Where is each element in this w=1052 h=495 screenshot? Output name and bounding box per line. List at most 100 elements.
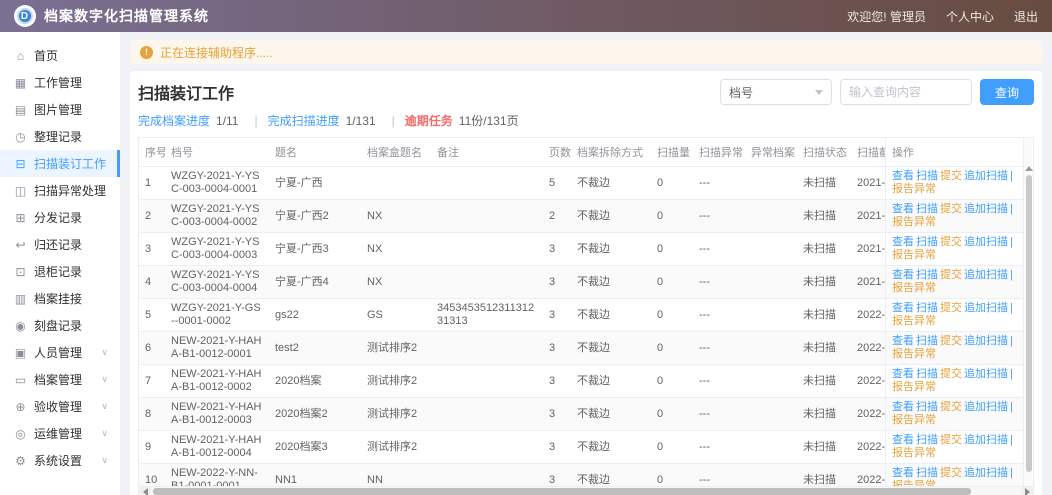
report-exception-link[interactable]: 报告异常 — [892, 282, 936, 294]
sidebar-item-label: 运维管理 — [34, 425, 82, 442]
append-scan-link[interactable]: 追加扫描 — [964, 401, 1008, 413]
report-exception-link[interactable]: 报告异常 — [892, 183, 936, 195]
scan-link[interactable]: 扫描 — [916, 335, 938, 347]
append-scan-link[interactable]: 追加扫描 — [964, 335, 1008, 347]
cell-title: NN1 — [269, 464, 361, 486]
submit-link[interactable]: 提交 — [940, 335, 962, 347]
scan-link[interactable]: 扫描 — [916, 170, 938, 182]
sidebar-item-label: 系统设置 — [34, 452, 82, 469]
column-header-status: 扫描状态 — [797, 138, 851, 167]
archive-progress-link[interactable]: 完成档案进度 — [138, 112, 210, 129]
submit-link[interactable]: 提交 — [940, 368, 962, 380]
view-link[interactable]: 查看 — [892, 434, 914, 446]
scan-link[interactable]: 扫描 — [916, 236, 938, 248]
append-scan-link[interactable]: 追加扫描 — [964, 302, 1008, 314]
append-scan-link[interactable]: 追加扫描 — [964, 236, 1008, 248]
view-link[interactable]: 查看 — [892, 467, 914, 479]
sidebar-item-11[interactable]: ▣人员管理∨ — [0, 339, 120, 366]
append-scan-link[interactable]: 追加扫描 — [964, 203, 1008, 215]
cell-exception_file — [745, 266, 797, 299]
submit-link[interactable]: 提交 — [940, 269, 962, 281]
scan-link[interactable]: 扫描 — [916, 434, 938, 446]
search-input[interactable] — [840, 79, 972, 105]
cell-box_title: GS — [361, 299, 431, 332]
logout-link[interactable]: 退出 — [1014, 8, 1038, 25]
view-link[interactable]: 查看 — [892, 170, 914, 182]
cell-scan_exception: --- — [693, 167, 745, 200]
submit-link[interactable]: 提交 — [940, 401, 962, 413]
view-link[interactable]: 查看 — [892, 236, 914, 248]
scan-link[interactable]: 扫描 — [916, 203, 938, 215]
append-scan-link[interactable]: 追加扫描 — [964, 434, 1008, 446]
view-link[interactable]: 查看 — [892, 401, 914, 413]
scan-link[interactable]: 扫描 — [916, 269, 938, 281]
report-exception-link[interactable]: 报告异常 — [892, 381, 936, 393]
sidebar-item-1[interactable]: ▦工作管理 — [0, 69, 120, 96]
sidebar-item-7[interactable]: ↩归还记录 — [0, 231, 120, 258]
horizontal-scroll-track[interactable] — [151, 487, 1021, 495]
submit-link[interactable]: 提交 — [940, 170, 962, 182]
profile-link[interactable]: 个人中心 — [946, 8, 994, 25]
scan-link[interactable]: 扫描 — [916, 368, 938, 380]
scan-progress-link[interactable]: 完成扫描进度 — [268, 112, 340, 129]
submit-link[interactable]: 提交 — [940, 236, 962, 248]
append-scan-link[interactable]: 追加扫描 — [964, 170, 1008, 182]
scan-link[interactable]: 扫描 — [916, 401, 938, 413]
sidebar-item-10[interactable]: ◉刻盘记录 — [0, 312, 120, 339]
table-row: 2WZGY-2021-Y-YSC-003-0004-0002宁夏-广西2NX2不… — [139, 200, 1023, 233]
sidebar-item-5[interactable]: ◫扫描异常处理 — [0, 177, 120, 204]
cell-title: 宁夏-广西4 — [269, 266, 361, 299]
sidebar-item-13[interactable]: ⊕验收管理∨ — [0, 393, 120, 420]
sidebar-item-9[interactable]: ▥档案挂接 — [0, 285, 120, 312]
scan-link[interactable]: 扫描 — [916, 302, 938, 314]
submit-link[interactable]: 提交 — [940, 434, 962, 446]
sidebar-item-4[interactable]: ⊟扫描装订工作 — [0, 150, 120, 177]
view-link[interactable]: 查看 — [892, 302, 914, 314]
view-link[interactable]: 查看 — [892, 203, 914, 215]
append-scan-link[interactable]: 追加扫描 — [964, 269, 1008, 281]
report-exception-link[interactable]: 报告异常 — [892, 348, 936, 360]
search-field-select[interactable]: 档号 — [720, 79, 832, 105]
scan-link[interactable]: 扫描 — [916, 467, 938, 479]
scroll-up-icon[interactable] — [1025, 166, 1033, 171]
view-link[interactable]: 查看 — [892, 269, 914, 281]
append-scan-link[interactable]: 追加扫描 — [964, 467, 1008, 479]
submit-link[interactable]: 提交 — [940, 203, 962, 215]
sidebar-item-8[interactable]: ⊡退柜记录 — [0, 258, 120, 285]
column-header-scan_exception: 扫描异常 — [693, 138, 745, 167]
column-header-trim: 档案拆除方式 — [571, 138, 651, 167]
report-exception-link[interactable]: 报告异常 — [892, 480, 936, 486]
cell-trim: 不裁边 — [571, 299, 651, 332]
scroll-left-icon[interactable] — [139, 487, 151, 495]
search-button[interactable]: 查询 — [980, 79, 1034, 105]
vertical-scroll-thumb[interactable] — [1026, 175, 1032, 472]
sidebar-item-3[interactable]: ◷整理记录 — [0, 123, 120, 150]
view-link[interactable]: 查看 — [892, 335, 914, 347]
sidebar-item-14[interactable]: ◎运维管理∨ — [0, 420, 120, 447]
report-exception-link[interactable]: 报告异常 — [892, 414, 936, 426]
cell-box_title: 测试排序2 — [361, 431, 431, 464]
submit-link[interactable]: 提交 — [940, 302, 962, 314]
page-title: 扫描装订工作 — [138, 80, 234, 104]
sidebar-item-12[interactable]: ▭档案管理∨ — [0, 366, 120, 393]
append-scan-link[interactable]: 追加扫描 — [964, 368, 1008, 380]
cell-status: 未扫描 — [797, 233, 851, 266]
table-vertical-scrollbar[interactable] — [1023, 138, 1033, 486]
table-horizontal-scrollbar[interactable] — [138, 486, 1034, 495]
sidebar-item-15[interactable]: ⚙系统设置∨ — [0, 447, 120, 474]
scan-progress-value: 1/131 — [346, 114, 376, 128]
cell-status: 未扫描 — [797, 200, 851, 233]
sidebar-item-6[interactable]: ⊞分发记录 — [0, 204, 120, 231]
sidebar-item-0[interactable]: ⌂首页 — [0, 42, 120, 69]
report-exception-link[interactable]: 报告异常 — [892, 315, 936, 327]
view-link[interactable]: 查看 — [892, 368, 914, 380]
overdue-tasks-link[interactable]: 逾期任务 — [405, 112, 453, 129]
submit-link[interactable]: 提交 — [940, 467, 962, 479]
report-exception-link[interactable]: 报告异常 — [892, 447, 936, 459]
sidebar-item-2[interactable]: ▤图片管理 — [0, 96, 120, 123]
cell-exception_file — [745, 365, 797, 398]
scroll-right-icon[interactable] — [1021, 487, 1033, 495]
horizontal-scroll-thumb[interactable] — [153, 488, 971, 495]
report-exception-link[interactable]: 报告异常 — [892, 249, 936, 261]
report-exception-link[interactable]: 报告异常 — [892, 216, 936, 228]
